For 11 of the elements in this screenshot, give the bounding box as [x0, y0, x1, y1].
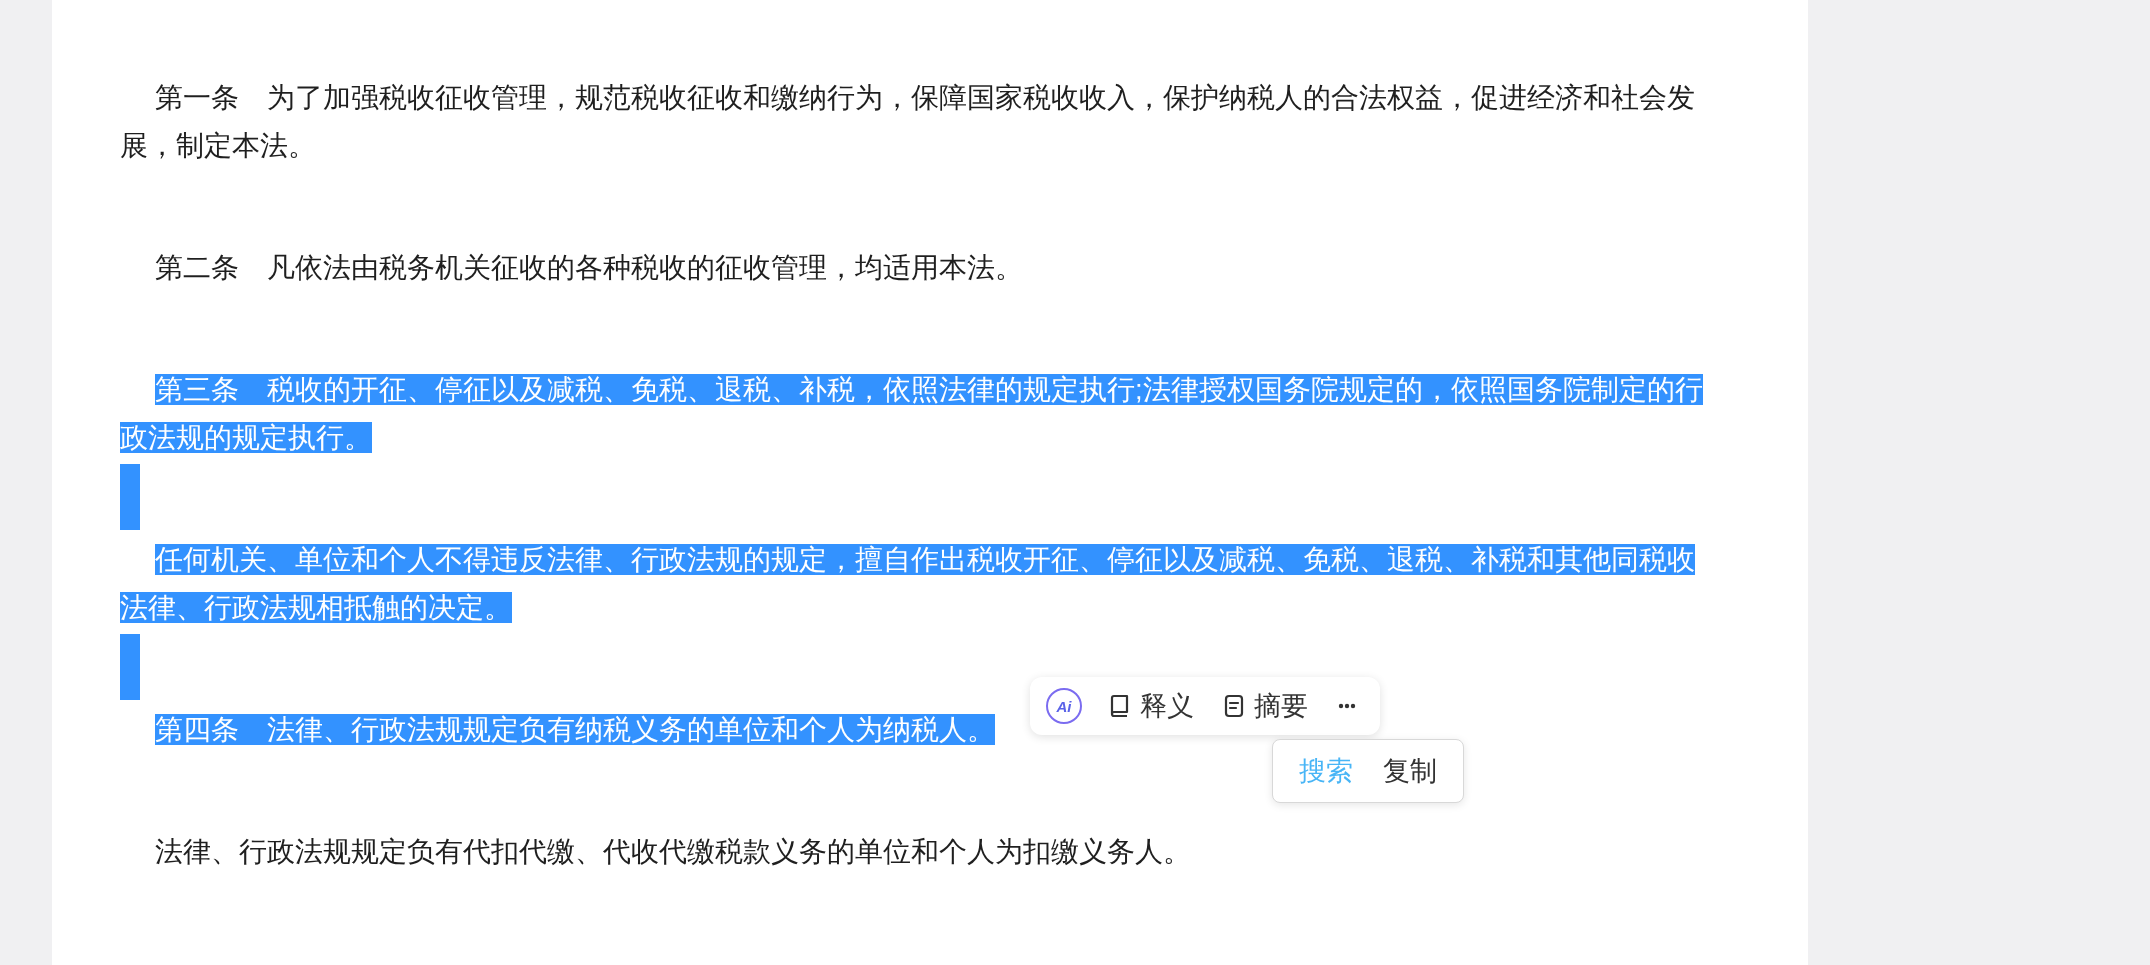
definition-button[interactable]: 释义 [1108, 684, 1196, 728]
document-icon [1224, 694, 1244, 718]
selected-paragraph: 任何机关、单位和个人不得违反法律、行政法规的规定，擅自作出税收开征、停征以及减税、免税、退税、补税和其他同税收法律、行政法规相抵触的决定。 [120, 543, 1696, 625]
paragraph: 法律、行政法规规定负有代扣代缴、代收代缴税款义务的单位和个人为扣缴义务人。 [154, 835, 1192, 869]
paragraph: 第二条 凡依法由税务机关征收的各种税收的征收管理，均适用本法。 [154, 251, 1024, 285]
book-icon [1110, 694, 1130, 718]
menu-item[interactable]: 复制 [1371, 747, 1449, 795]
selected-paragraph: 第三条 税收的开征、停征以及减税、免税、退税、补税，依照法律的规定执行;法律授权国务院规定的，依照国务院制定的行政法规的规定执行。 [120, 373, 1704, 455]
summary-button[interactable]: 摘要 [1222, 684, 1310, 728]
ai-button[interactable]: Ai [1046, 688, 1082, 724]
paragraph: 第一条 为了加强税收征收管理，规范税收征收和缴纳行为，保障国家税收收入，保护纳税人的合法权益，促进经济和社会发展，制定本法。 [120, 81, 1696, 163]
